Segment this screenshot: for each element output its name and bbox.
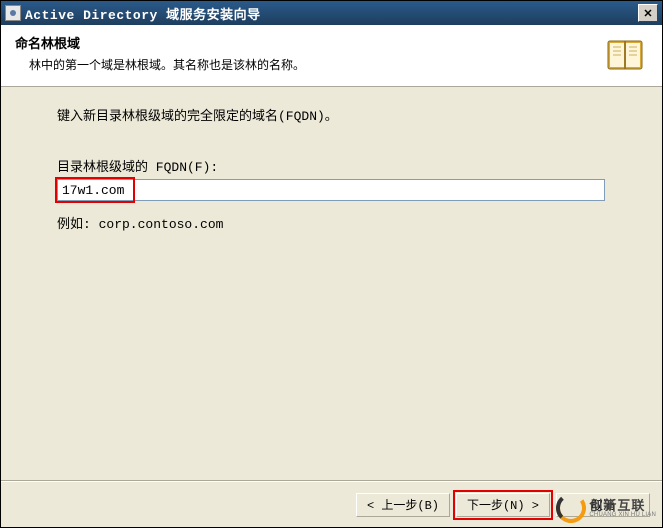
example-text: 例如: corp.contoso.com — [57, 213, 606, 232]
page-title: 命名林根域 — [15, 33, 305, 52]
back-button[interactable]: < 上一步(B) — [356, 493, 450, 517]
app-icon — [5, 5, 21, 21]
close-button[interactable]: ✕ — [638, 4, 658, 22]
wizard-header: 命名林根域 林中的第一个域是林根域。其名称也是该林的名称。 — [1, 25, 662, 87]
next-button[interactable]: 下一步(N) > — [456, 493, 550, 517]
wizard-window: Active Directory 域服务安装向导 ✕ 命名林根域 林中的第一个域… — [0, 0, 663, 528]
page-subtitle: 林中的第一个域是林根域。其名称也是该林的名称。 — [15, 56, 305, 73]
fqdn-label: 目录林根级域的 FQDN(F): — [57, 156, 606, 175]
wizard-content: 键入新目录林根级域的完全限定的域名(FQDN)。 目录林根级域的 FQDN(F)… — [1, 87, 662, 232]
cancel-button[interactable]: 取消 — [556, 493, 650, 517]
instruction-text: 键入新目录林根级域的完全限定的域名(FQDN)。 — [57, 105, 606, 124]
fqdn-input[interactable] — [57, 179, 605, 201]
window-title: Active Directory 域服务安装向导 — [25, 4, 638, 23]
wizard-footer: < 上一步(B) 下一步(N) > 取消 创新互联 CHUANG XIN HU … — [1, 481, 662, 527]
titlebar: Active Directory 域服务安装向导 ✕ — [1, 1, 662, 25]
book-icon — [604, 33, 646, 75]
